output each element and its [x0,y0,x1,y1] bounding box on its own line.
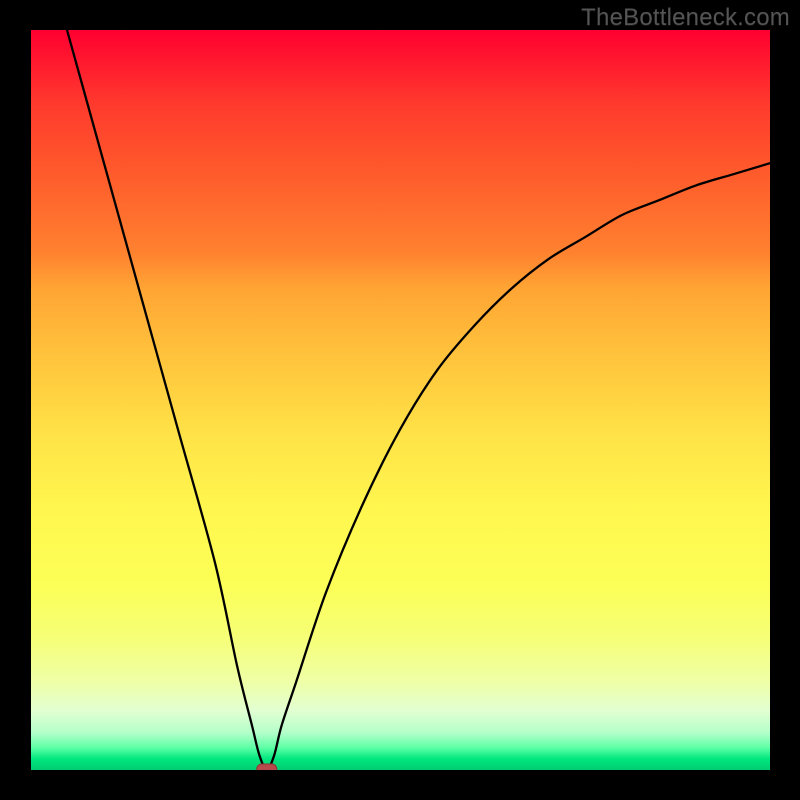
bottleneck-curve [30,30,770,770]
chart-frame: TheBottleneck.com [0,0,800,800]
y-axis [30,30,31,770]
x-axis [30,770,770,771]
plot-area [30,30,770,770]
watermark-text: TheBottleneck.com [581,4,790,32]
